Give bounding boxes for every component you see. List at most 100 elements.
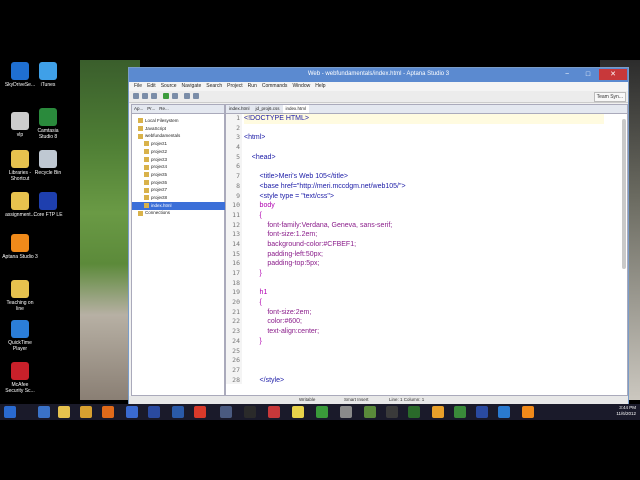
code-line[interactable]: background-color:#CFBEF1; bbox=[244, 240, 604, 250]
print-icon[interactable] bbox=[151, 93, 157, 99]
code-line[interactable]: font-size:1.2em; bbox=[244, 230, 604, 240]
line-number: 4 bbox=[236, 143, 240, 152]
powerpoint-taskbar-icon[interactable] bbox=[194, 406, 206, 418]
menu-item-edit[interactable]: Edit bbox=[147, 82, 156, 91]
code-line[interactable]: <!DOCTYPE HTML> bbox=[244, 114, 604, 124]
code-line[interactable]: { bbox=[244, 211, 604, 221]
explorer-taskbar-icon[interactable] bbox=[58, 406, 70, 418]
code-line[interactable] bbox=[244, 162, 604, 172]
new-icon[interactable] bbox=[133, 93, 139, 99]
editor-tab[interactable]: jd_proj6.css bbox=[253, 105, 283, 113]
code-line[interactable] bbox=[244, 366, 604, 376]
info-taskbar-icon[interactable] bbox=[498, 406, 510, 418]
code-line[interactable]: h1 bbox=[244, 288, 604, 298]
p-taskbar-icon[interactable] bbox=[244, 406, 256, 418]
aptana-active-taskbar-icon[interactable] bbox=[522, 406, 534, 418]
desktop-icon[interactable]: Camtasia Studio 8 bbox=[30, 108, 66, 140]
explorer-tab[interactable]: Pr... bbox=[147, 105, 155, 113]
code-line[interactable]: <head> bbox=[244, 153, 604, 163]
close-button[interactable]: ✕ bbox=[599, 69, 627, 80]
outlook-taskbar-icon[interactable] bbox=[126, 406, 138, 418]
calendar-taskbar-icon[interactable] bbox=[148, 406, 160, 418]
code-line[interactable]: color:#600; bbox=[244, 317, 604, 327]
ie-taskbar-icon[interactable] bbox=[38, 406, 50, 418]
menu-item-commands[interactable]: Commands bbox=[262, 82, 288, 91]
menu-item-run[interactable]: Run bbox=[248, 82, 257, 91]
c-taskbar-icon[interactable] bbox=[386, 406, 398, 418]
run-icon[interactable] bbox=[163, 93, 169, 99]
code-editor[interactable]: index.html jd_proj6.css index.html 1234567… bbox=[225, 104, 628, 396]
green-taskbar-icon[interactable] bbox=[316, 406, 328, 418]
code-line[interactable] bbox=[244, 143, 604, 153]
desktop-icon[interactable]: Recycle Bin bbox=[30, 150, 66, 176]
app-taskbar-icon[interactable] bbox=[220, 406, 232, 418]
code-line[interactable]: body bbox=[244, 201, 604, 211]
firefox-taskbar-icon[interactable] bbox=[102, 406, 114, 418]
system-tray[interactable]: 3:44 PM 11/6/2012 bbox=[616, 405, 636, 417]
code-line[interactable]: { bbox=[244, 298, 604, 308]
editor-tab[interactable]: index.html bbox=[226, 105, 253, 113]
menu-item-search[interactable]: Search bbox=[206, 82, 222, 91]
word-taskbar-icon[interactable] bbox=[172, 406, 184, 418]
desktop-icon[interactable]: Teaching on line bbox=[2, 280, 38, 312]
debug-icon[interactable] bbox=[172, 93, 178, 99]
media-taskbar-icon[interactable] bbox=[268, 406, 280, 418]
code-area[interactable]: <!DOCTYPE HTML> <html> <head> <title>Meri… bbox=[244, 114, 604, 384]
aptana-taskbar-icon[interactable] bbox=[432, 406, 444, 418]
code-line[interactable] bbox=[244, 279, 604, 289]
explorer-tab[interactable]: Re... bbox=[159, 105, 169, 113]
menu-item-navigate[interactable]: Navigate bbox=[182, 82, 202, 91]
lync-taskbar-icon[interactable] bbox=[476, 406, 488, 418]
code-line[interactable]: <html> bbox=[244, 133, 604, 143]
code-line[interactable]: <base href="http://meri.mccdgm.net/web10… bbox=[244, 182, 604, 192]
dollar-taskbar-icon[interactable] bbox=[454, 406, 466, 418]
perspective-switcher[interactable]: Team Syn... bbox=[593, 92, 626, 102]
line-number: 11 bbox=[232, 210, 240, 219]
menu-item-help[interactable]: Help bbox=[315, 82, 325, 91]
desktop-icon[interactable]: McAfee Security Sc... bbox=[2, 362, 38, 394]
editor-tab[interactable]: index.html bbox=[282, 105, 310, 113]
code-line[interactable] bbox=[244, 124, 604, 134]
code-line[interactable]: font-size:2em; bbox=[244, 308, 604, 318]
code-line[interactable]: } bbox=[244, 269, 604, 279]
desktop-icon[interactable]: QuickTime Player bbox=[2, 320, 38, 352]
camera-taskbar-icon[interactable] bbox=[364, 406, 376, 418]
code-line[interactable] bbox=[244, 347, 604, 357]
start-button[interactable] bbox=[4, 406, 16, 418]
code-line[interactable]: </style> bbox=[244, 376, 604, 386]
menu-item-project[interactable]: Project bbox=[227, 82, 243, 91]
line-number: 3 bbox=[236, 133, 240, 142]
code-line[interactable]: <style type = "text/css"> bbox=[244, 192, 604, 202]
chrome-taskbar-icon[interactable] bbox=[80, 406, 92, 418]
code-line[interactable] bbox=[244, 356, 604, 366]
back-icon[interactable] bbox=[184, 93, 190, 99]
notes-taskbar-icon[interactable] bbox=[292, 406, 304, 418]
desktop-icon[interactable]: iTunes bbox=[30, 62, 66, 88]
code-line[interactable]: } bbox=[244, 337, 604, 347]
code-line[interactable]: text-align:center; bbox=[244, 327, 604, 337]
app-icon bbox=[39, 108, 57, 126]
minimize-button[interactable]: − bbox=[557, 69, 577, 80]
tree-item-label: project5 bbox=[151, 171, 168, 177]
vertical-scrollbar[interactable] bbox=[622, 119, 626, 269]
explorer-tab[interactable]: Ap... bbox=[134, 105, 143, 113]
forward-icon[interactable] bbox=[193, 93, 199, 99]
code-line[interactable]: padding-left:50px; bbox=[244, 250, 604, 260]
menu-item-source[interactable]: Source bbox=[161, 82, 177, 91]
settings-taskbar-icon[interactable] bbox=[340, 406, 352, 418]
line-number: 8 bbox=[236, 181, 240, 190]
code-line[interactable]: font-family:Verdana, Geneva, sans-serif; bbox=[244, 221, 604, 231]
desktop-icon[interactable]: Core FTP LE bbox=[30, 192, 66, 218]
title-bar[interactable]: Web - webfundamentals/index.html - Aptan… bbox=[129, 68, 628, 82]
code-line[interactable]: <title>Meri's Web 105</title> bbox=[244, 172, 604, 182]
dreamweaver-taskbar-icon[interactable] bbox=[408, 406, 420, 418]
desktop-icon[interactable]: Aptana Studio 3 bbox=[2, 234, 38, 260]
tree-item-label: project7 bbox=[151, 187, 168, 193]
save-icon[interactable] bbox=[142, 93, 148, 99]
menu-item-file[interactable]: File bbox=[134, 82, 142, 91]
maximize-button[interactable]: □ bbox=[578, 69, 598, 80]
folder-icon bbox=[144, 164, 149, 170]
code-line[interactable]: padding-top:5px; bbox=[244, 259, 604, 269]
menu-item-window[interactable]: Window bbox=[292, 82, 310, 91]
tree-item[interactable]: Connections bbox=[132, 209, 230, 217]
